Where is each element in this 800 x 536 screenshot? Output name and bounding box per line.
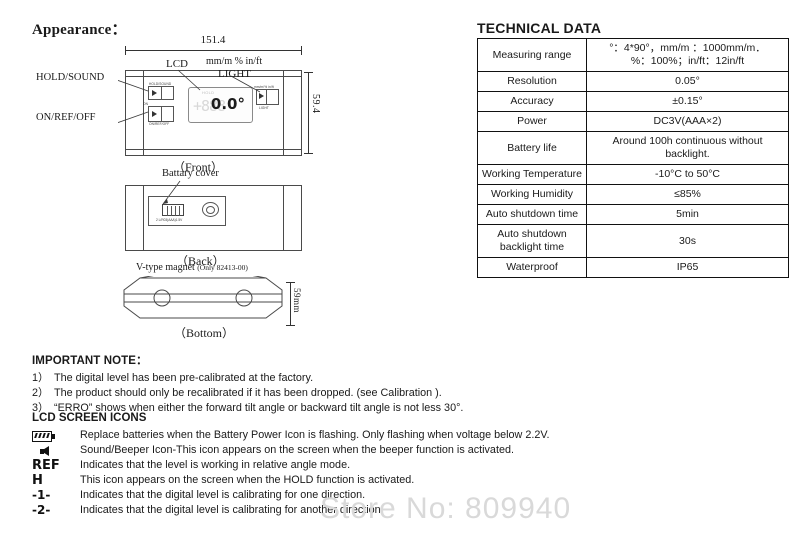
light-callout-label: LIGHT [218, 68, 251, 80]
v-magnet-label-text: V-type magnet [136, 262, 195, 273]
list-item: Replace batteries when the Battery Power… [32, 428, 772, 443]
list-item-number: 1） [32, 372, 49, 384]
v-magnet-callout-label: V-type magnet (Only 82413-00) [136, 262, 248, 273]
calibration-2-icon: -2- [32, 503, 51, 517]
table-cell-key: Accuracy [477, 91, 587, 112]
table-row: Measuring range °：4*90°，mm/m ：1000mm/m． … [477, 38, 789, 72]
back-view-diagram: Battary cover 2 L/R03(AAA)1.5V （Back） [118, 168, 318, 268]
important-note-section: IMPORTANT NOTE： 1） The digital level has… [32, 352, 472, 416]
bottom-dimension-tick-bottom [286, 325, 295, 326]
appearance-heading: Appearance： [32, 22, 127, 38]
table-cell-value: Around 100h continuous without backlight… [586, 131, 789, 165]
list-item: Sound/Beeper Icon-This icon appears on t… [32, 443, 772, 458]
table-cell-key: Working Temperature [477, 164, 587, 185]
table-cell-key: Auto shutdown time [477, 204, 587, 225]
list-item-number: 2） [32, 387, 49, 399]
lcd-callout-label: LCD [166, 58, 188, 70]
table-row: Accuracy ±0.15° [477, 91, 789, 112]
on-ref-off-callout-label: ON/REF/OFF [36, 112, 96, 123]
table-cell-key: Auto shutdown backlight time [477, 224, 587, 258]
lcd-screen-icons-heading: LCD SCREEN ICONS [32, 412, 147, 424]
list-item-text: Replace batteries when the Battery Power… [80, 429, 550, 441]
table-cell-key: Waterproof [477, 257, 587, 278]
list-item-text: Indicates that the level is working in r… [80, 459, 351, 471]
important-note-list: 1） The digital level has been pre-calibr… [32, 371, 472, 416]
technical-data-table: Measuring range °：4*90°，mm/m ：1000mm/m． … [477, 38, 789, 278]
list-item-text: The digital level has been pre-calibrate… [54, 372, 314, 384]
bottom-dimension-tick-top [286, 282, 295, 283]
bottom-view-caption: （Bottom） [174, 326, 235, 340]
list-item: 2） The product should only be recalibrat… [32, 386, 472, 401]
list-item-text: Sound/Beeper Icon-This icon appears on t… [80, 444, 514, 456]
table-cell-value: DC3V(AAA×2) [586, 111, 789, 132]
table-row: Waterproof IP65 [477, 257, 789, 278]
document-page: Appearance： 151.4 59.4 HOLD +888 0.0° HO… [0, 0, 800, 536]
battery-spec-micro-label: 2 L/R03(AAA)1.5V [156, 218, 183, 222]
table-row: Working Temperature -10°C to 50°C [477, 164, 789, 185]
bottom-height-dimension-line [290, 282, 291, 326]
table-cell-key: Power [477, 111, 587, 132]
table-cell-value: IP65 [586, 257, 789, 278]
table-row: Auto shutdown time 5min [477, 204, 789, 225]
front-view-diagram: 151.4 59.4 HOLD +888 0.0° HOLD/SOUND ON … [36, 32, 321, 174]
back-edge-line-right [283, 185, 284, 251]
units-callout-label: mm/m % in/ft [206, 56, 263, 67]
table-cell-key: Battery life [477, 131, 587, 165]
table-row: Working Humidity ≤85% [477, 184, 789, 205]
important-note-heading: IMPORTANT NOTE： [32, 355, 148, 367]
table-cell-value: 0.05° [586, 71, 789, 92]
bottom-view-diagram: V-type magnet (Only 82413-00) 59mm （Bott… [118, 262, 318, 344]
list-item: REF Indicates that the level is working … [32, 458, 772, 473]
calibration-1-icon: -1- [32, 488, 51, 502]
front-leader-lines [118, 69, 261, 124]
ref-icon: REF [32, 458, 60, 473]
back-edge-line-left [143, 185, 144, 251]
table-cell-key: Resolution [477, 71, 587, 92]
technical-data-heading: TECHNICAL DATA [477, 20, 602, 36]
table-cell-value: ≤85% [586, 184, 789, 205]
table-cell-value: °：4*90°，mm/m ：1000mm/m． %：100%；in/ft：12i… [586, 38, 789, 72]
store-watermark: Store No: 809940 [320, 492, 572, 525]
list-item: H This icon appears on the screen when t… [32, 473, 772, 488]
table-cell-value: -10°C to 50°C [586, 164, 789, 185]
table-row: Battery life Around 100h continuous with… [477, 131, 789, 165]
list-item-text: The product should only be recalibrated … [54, 387, 442, 399]
table-row: Auto shutdown backlight time 30s [477, 224, 789, 258]
list-item-text: This icon appears on the screen when the… [80, 474, 415, 486]
table-cell-key: Working Humidity [477, 184, 587, 205]
v-magnet-label-note: (Only 82413-00) [197, 263, 248, 272]
table-cell-key: Measuring range [477, 38, 587, 72]
bottom-height-dimension-label: 59mm [292, 288, 302, 314]
tripod-hole-inner [206, 205, 215, 214]
table-row: Resolution 0.05° [477, 71, 789, 92]
list-item: 1） The digital level has been pre-calibr… [32, 371, 472, 386]
table-cell-value: ±0.15° [586, 91, 789, 112]
table-cell-value: 30s [586, 224, 789, 258]
table-row: Power DC3V(AAA×2) [477, 111, 789, 132]
hold-icon: H [32, 473, 43, 488]
table-cell-value: 5min [586, 204, 789, 225]
battery-symbol [162, 204, 184, 216]
hold-sound-callout-label: HOLD/SOUND [36, 72, 105, 83]
